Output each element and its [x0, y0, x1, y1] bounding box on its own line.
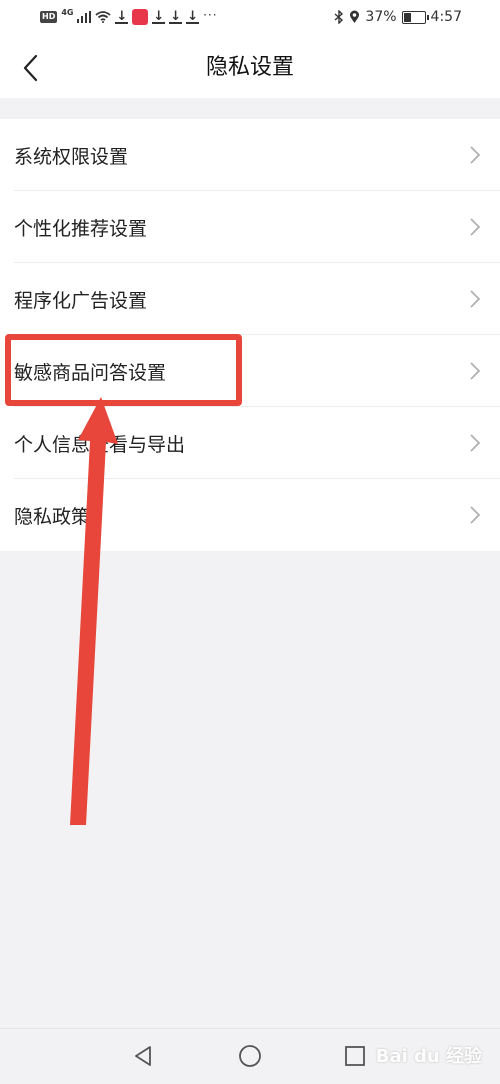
status-bar: HD 4G ↓ ↓ ↓ ↓ ··· 37% 4:57: [0, 0, 500, 38]
system-nav-bar: [0, 1028, 500, 1084]
download-icon: ↓: [115, 8, 129, 24]
settings-item-privacy-policy[interactable]: 隐私政策: [0, 479, 500, 551]
more-notifications-icon: ···: [203, 8, 218, 22]
settings-item-label: 个人信息查看与导出: [14, 433, 186, 456]
battery-percent: 37%: [365, 9, 397, 25]
settings-item-personalized-recommendation[interactable]: 个性化推荐设置: [0, 191, 500, 263]
clock: 4:57: [430, 9, 462, 25]
battery-icon: [401, 10, 429, 24]
download-icon: ↓: [152, 8, 166, 24]
download-icon: ↓: [169, 8, 183, 24]
chevron-right-icon: [470, 218, 481, 236]
settings-item-label: 程序化广告设置: [14, 289, 148, 312]
wifi-icon: [95, 11, 112, 23]
download-icon: ↓: [186, 8, 200, 24]
status-left-icons: HD 4G ↓ ↓ ↓ ↓ ···: [40, 7, 218, 25]
chevron-right-icon: [470, 290, 481, 308]
settings-item-label: 系统权限设置: [14, 145, 129, 168]
nav-recents-button[interactable]: [340, 1041, 370, 1071]
settings-item-label: 隐私政策: [14, 505, 91, 528]
settings-item-system-permissions[interactable]: 系统权限设置: [0, 119, 500, 191]
settings-item-label: 个性化推荐设置: [14, 217, 148, 240]
circle-home-icon: [239, 1045, 261, 1067]
network-type: 4G: [61, 7, 74, 17]
chevron-right-icon: [470, 506, 481, 524]
chevron-right-icon: [470, 146, 481, 164]
triangle-back-icon: [135, 1046, 151, 1066]
signal-icon: [77, 11, 92, 23]
hd-badge: HD: [40, 11, 58, 23]
nav-back-button[interactable]: [128, 1041, 158, 1071]
settings-item-personal-info-export[interactable]: 个人信息查看与导出: [0, 407, 500, 479]
settings-item-sensitive-product-qa[interactable]: 敏感商品问答设置: [0, 335, 500, 407]
page-title: 隐私设置: [205, 55, 294, 80]
location-icon: [350, 10, 360, 23]
bluetooth-icon: [334, 10, 344, 24]
settings-item-programmatic-ads[interactable]: 程序化广告设置: [0, 263, 500, 335]
square-recents-icon: [345, 1046, 365, 1066]
battery-level: [403, 12, 411, 22]
app-notification-icon: [132, 9, 149, 25]
settings-list: 系统权限设置 个性化推荐设置 程序化广告设置 敏感商品问答设置 个人信息查看与导…: [0, 119, 500, 551]
chevron-right-icon: [470, 434, 481, 452]
settings-item-label: 敏感商品问答设置: [14, 361, 167, 384]
title-bar: 隐私设置: [0, 38, 500, 98]
status-right-icons: 37% 4:57: [334, 9, 462, 25]
nav-home-button[interactable]: [235, 1041, 265, 1071]
chevron-right-icon: [470, 362, 481, 380]
